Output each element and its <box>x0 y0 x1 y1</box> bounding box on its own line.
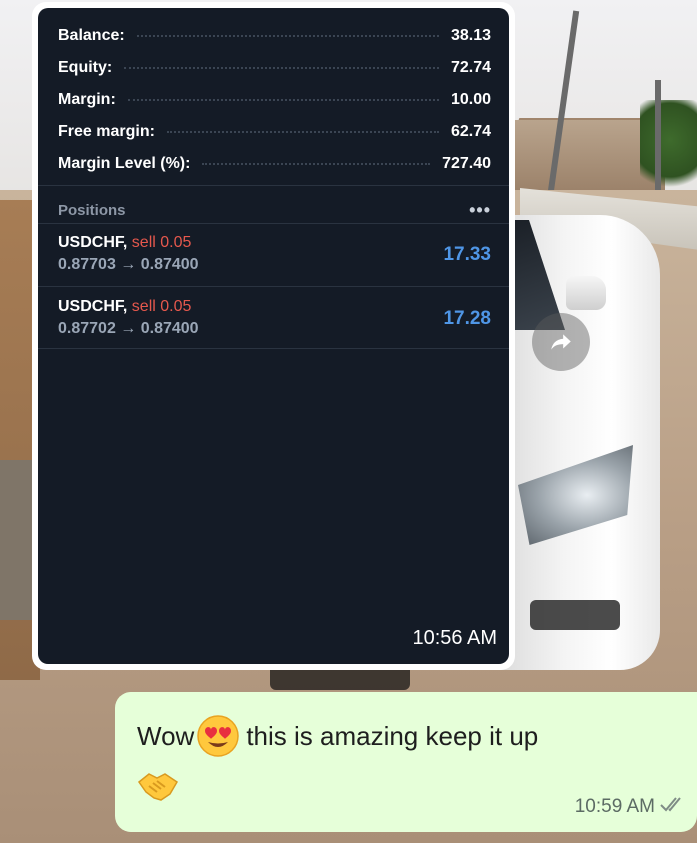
dotted-leader <box>124 67 439 69</box>
forward-arrow-icon <box>551 334 571 350</box>
double-check-icon <box>660 797 681 812</box>
text-message[interactable]: Wow this is amazing keep it up 10:59 AM <box>115 692 697 832</box>
balance-label: Balance: <box>58 27 125 44</box>
divider <box>38 348 509 349</box>
heart-eyes-emoji-icon <box>197 715 240 757</box>
balance-value: 38.13 <box>450 27 491 44</box>
position-title: USDCHF, sell 0.05 <box>58 298 191 316</box>
divider <box>38 286 509 287</box>
car-mirror <box>566 276 606 310</box>
position-profit: 17.33 <box>443 244 491 265</box>
position-direction: sell 0.05 <box>131 234 192 251</box>
dotted-leader <box>127 99 439 101</box>
more-icon: ••• <box>469 199 491 220</box>
position-direction: sell 0.05 <box>131 298 192 315</box>
equity-row: Equity: 72.74 <box>58 52 491 84</box>
balance-row: Balance: 38.13 <box>58 20 491 52</box>
equity-label: Equity: <box>58 59 113 76</box>
car-grille <box>530 600 620 630</box>
dotted-leader <box>166 131 439 133</box>
position-row: USDCHF, sell 0.05 0.87703 → 0.87400 17.3… <box>58 224 491 286</box>
divider <box>38 185 509 186</box>
free-margin-row: Free margin: 62.74 <box>58 116 491 148</box>
margin-label: Margin: <box>58 91 116 108</box>
message-text-start: Wow <box>137 720 195 751</box>
street-pole <box>655 80 661 200</box>
margin-level-value: 727.40 <box>442 155 491 172</box>
position-prices: 0.87703 → 0.87400 <box>58 256 199 273</box>
positions-title: Positions <box>58 201 126 219</box>
message-timestamp: 10:59 AM <box>574 796 655 817</box>
free-margin-value: 62.74 <box>450 123 491 140</box>
position-symbol: USDCHF, <box>58 298 128 315</box>
margin-level-label: Margin Level (%): <box>58 155 191 172</box>
position-title: USDCHF, sell 0.05 <box>58 234 191 252</box>
trading-screenshot: Balance: 38.13 Equity: 72.74 Margin: 10.… <box>38 8 509 664</box>
handshake-emoji-icon <box>137 773 179 801</box>
position-symbol: USDCHF, <box>58 234 128 251</box>
margin-row: Margin: 10.00 <box>58 84 491 116</box>
equity-value: 72.74 <box>450 59 491 76</box>
dotted-leader <box>136 35 439 37</box>
tree <box>640 100 697 200</box>
margin-value: 10.00 <box>450 91 491 108</box>
message-text-end: this is amazing keep it up <box>246 720 539 751</box>
curb <box>0 460 32 620</box>
image-timestamp: 10:56 AM <box>412 627 497 649</box>
margin-level-row: Margin Level (%): 727.40 <box>58 148 491 180</box>
image-message[interactable]: Balance: 38.13 Equity: 72.74 Margin: 10.… <box>32 2 515 670</box>
dotted-leader <box>202 163 431 165</box>
position-row: USDCHF, sell 0.05 0.87702 → 0.87400 17.2… <box>58 288 491 350</box>
free-margin-label: Free margin: <box>58 123 155 140</box>
position-profit: 17.28 <box>443 308 491 329</box>
position-prices: 0.87702 → 0.87400 <box>58 320 199 337</box>
forward-button[interactable] <box>532 313 590 371</box>
message-text: Wow this is amazing keep it up <box>137 714 538 758</box>
